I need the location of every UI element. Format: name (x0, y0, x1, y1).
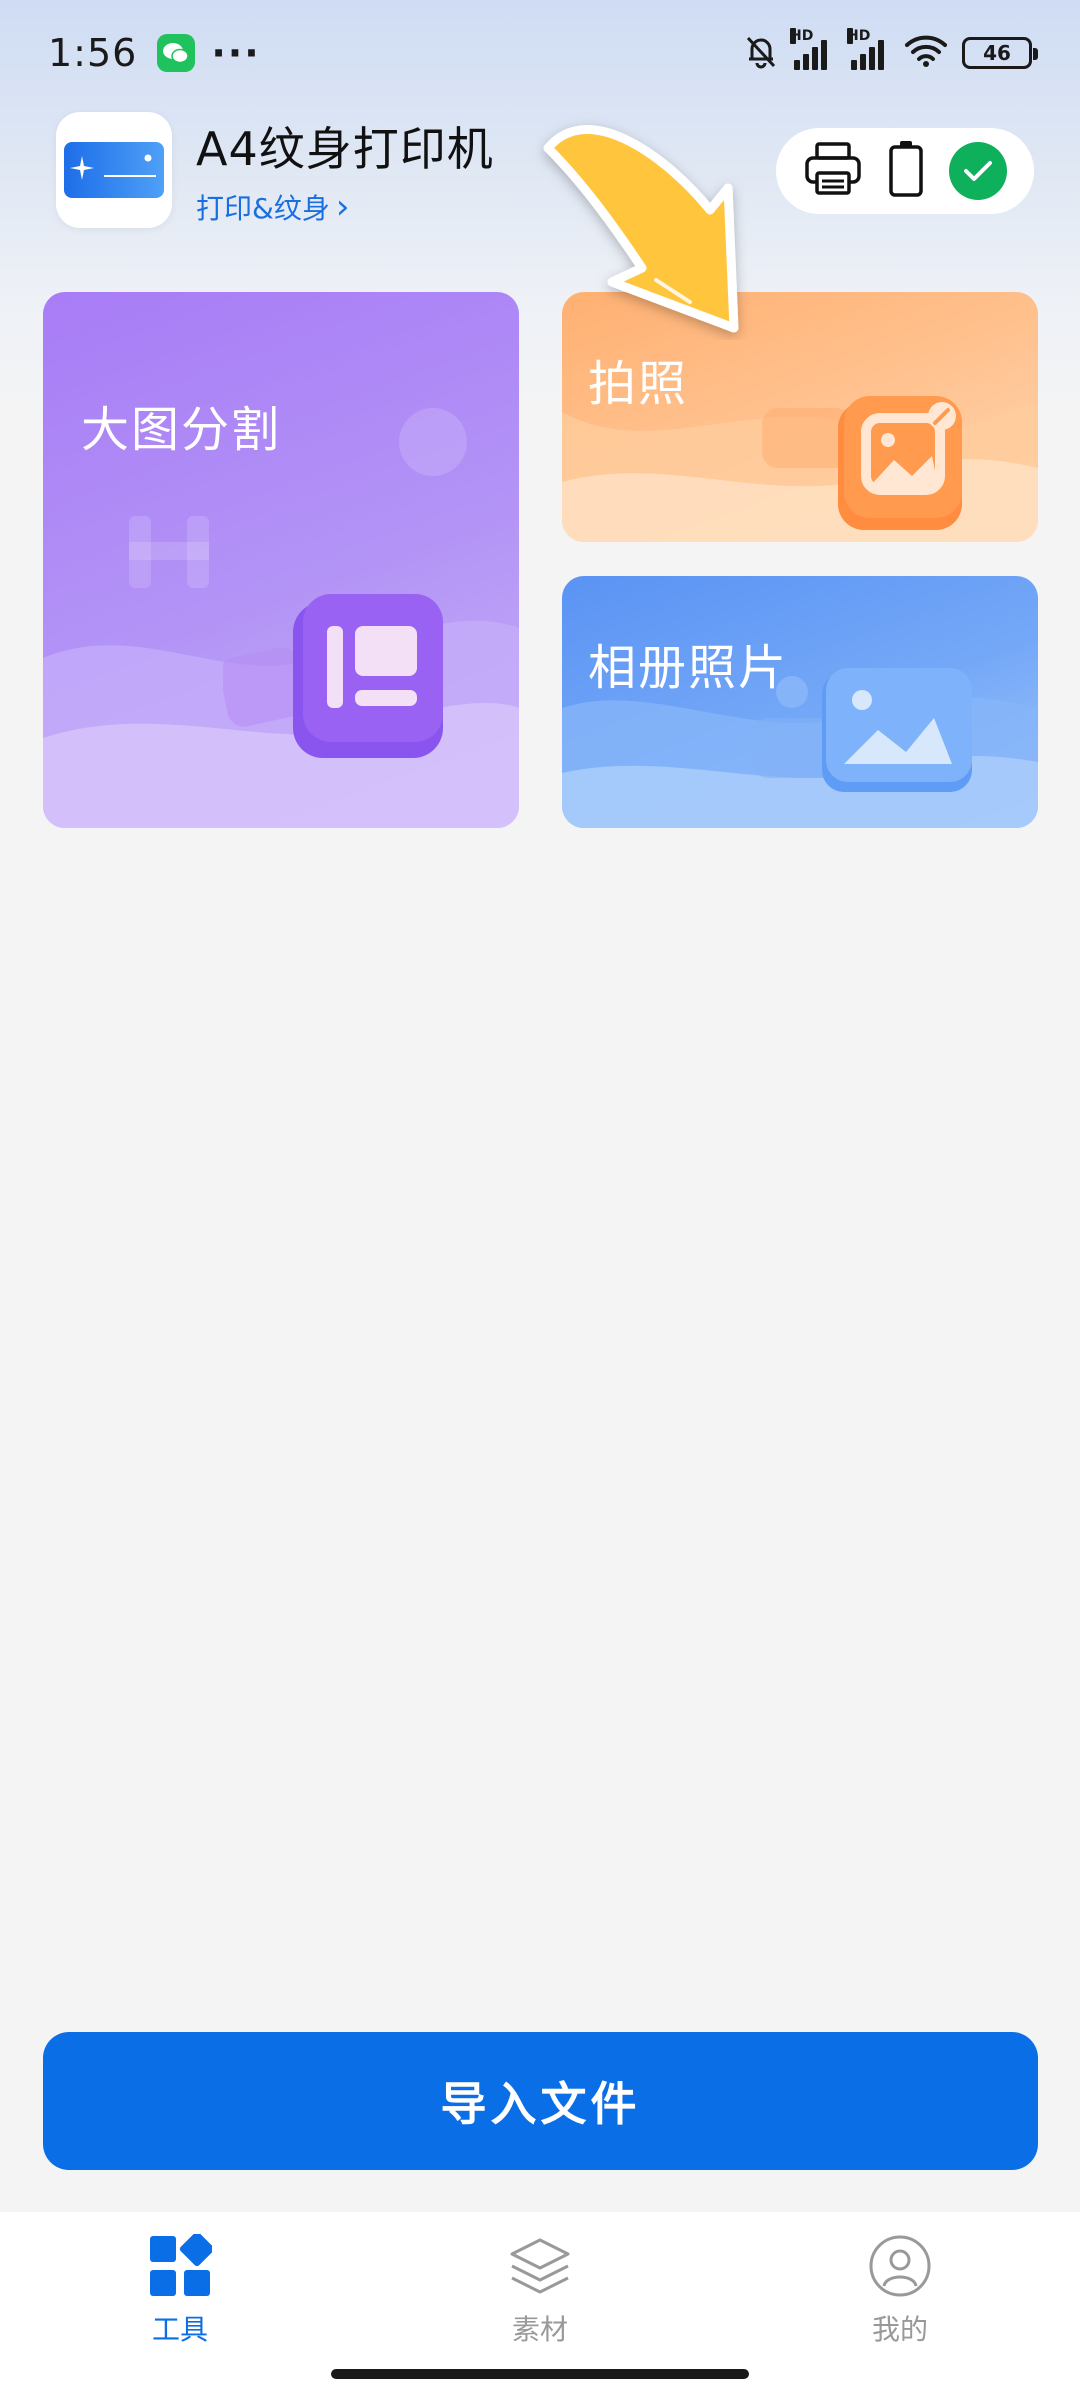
hd-label: HD (847, 27, 871, 44)
grid-tools-icon (150, 2234, 212, 2296)
app-subtitle-link[interactable]: 打印&纹身 › (196, 187, 494, 227)
nav-label-profile: 我的 (871, 2313, 928, 2346)
camera-photo-icon (762, 396, 962, 530)
mute-bell-icon (742, 32, 780, 74)
page: 1:56 ··· HD HD 46 A4纹身打印机 打印&纹身 › 大图分割 拍… (0, 0, 1080, 2400)
home-indicator[interactable] (331, 2369, 749, 2379)
more-notifications-icon: ··· (211, 30, 261, 75)
app-title: A4纹身打印机 (196, 122, 494, 176)
wechat-icon (157, 33, 196, 72)
wifi-icon (904, 34, 948, 72)
photo-card-label: 拍照 (588, 356, 689, 412)
decor-h-shape-icon (129, 516, 209, 588)
battery-icon: 46 (962, 36, 1038, 69)
layers-icon (510, 2238, 570, 2294)
decor-circle-icon (399, 408, 467, 476)
photo-album-card[interactable]: 相册照片 (562, 576, 1038, 828)
nav-label-tools: 工具 (151, 2313, 208, 2346)
signal-1-icon: HD (790, 27, 827, 70)
album-card-label: 相册照片 (588, 640, 789, 696)
chevron-right-icon: › (335, 187, 350, 227)
battery-level: 46 (983, 40, 1011, 65)
device-status-pill[interactable] (776, 128, 1034, 214)
app-logo-icon (56, 112, 172, 228)
nav-label-materials: 素材 (511, 2313, 568, 2346)
app-subtitle-text: 打印&纹身 (196, 192, 330, 225)
status-indicators: HD HD 46 (742, 27, 1038, 74)
profile-icon (869, 2235, 931, 2297)
battery-outline-icon (886, 139, 926, 203)
status-time: 1:56 (48, 30, 138, 75)
printer-icon (803, 141, 863, 201)
nav-item-profile[interactable]: 我的 (720, 2212, 1080, 2400)
nav-item-tools[interactable]: 工具 (0, 2212, 360, 2400)
check-circle-icon (948, 142, 1007, 200)
signal-2-icon: HD (847, 27, 884, 70)
layout-panel-icon (223, 594, 443, 758)
import-file-button[interactable]: 导入文件 (43, 2032, 1038, 2170)
split-card-label: 大图分割 (81, 402, 282, 458)
app-header: A4纹身打印机 打印&纹身 › (56, 112, 494, 228)
hd-label: HD (790, 27, 814, 44)
split-large-image-card[interactable]: 大图分割 (43, 292, 519, 828)
guide-arrow-icon (543, 125, 739, 333)
